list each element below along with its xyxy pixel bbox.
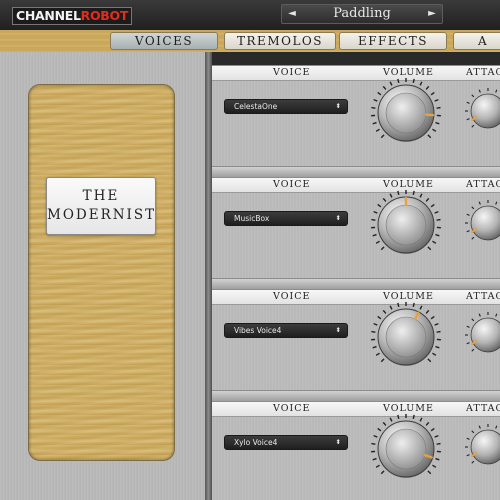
panel-divider [205,52,212,500]
voice-column-label: VOICE [273,403,311,414]
voice-row-header: VOICEVOLUMEATTAC [212,177,500,193]
attack-knob[interactable] [464,423,500,471]
attack-column-label: ATTAC [466,291,500,302]
plugin-window: CHANNELROBOT ◄ Paddling ► VOICES TREMOLO… [0,0,500,500]
voice-select-value: Xylo Voice4 [234,438,278,447]
volume-knob[interactable] [370,301,442,373]
voice-row: VOICEVOLUMEATTAC MusicBox ⬍ [212,177,500,290]
tab-tremolos[interactable]: TREMOLOS [224,32,336,50]
voice-row: VOICEVOLUMEATTAC CelestaOne ⬍ [212,65,500,178]
tab-effects[interactable]: EFFECTS [339,32,447,50]
preset-selector[interactable]: ◄ Paddling ► [281,4,443,24]
instrument-name-line2: MODERNIST [47,207,157,223]
logo-text-robot: ROBOT [80,8,129,23]
prev-preset-icon[interactable]: ◄ [284,5,300,23]
channel-robot-logo: CHANNELROBOT [12,7,133,25]
select-arrows-icon: ⬍ [335,214,341,222]
voice-row-header: VOICEVOLUMEATTAC [212,401,500,417]
voice-select[interactable]: Xylo Voice4 ⬍ [224,435,348,450]
next-preset-icon[interactable]: ► [424,5,440,23]
voice-select-value: MusicBox [234,214,270,223]
preset-name[interactable]: Paddling [300,5,424,23]
volume-knob[interactable] [370,189,442,261]
instrument-panel [0,52,206,500]
attack-knob[interactable] [464,311,500,359]
voice-select-value: CelestaOne [234,102,278,111]
attack-column-label: ATTAC [466,403,500,414]
instrument-name-line1: THE [82,188,120,204]
tab-bar: VOICES TREMOLOS EFFECTS A [0,30,500,52]
voice-select[interactable]: Vibes Voice4 ⬍ [224,323,348,338]
voice-column-label: VOICE [273,291,311,302]
attack-knob[interactable] [464,87,500,135]
attack-column-label: ATTAC [466,67,500,78]
voice-row-header: VOICEVOLUMEATTAC [212,289,500,305]
instrument-name-plaque: THE MODERNIST [46,177,156,235]
select-arrows-icon: ⬍ [335,438,341,446]
select-arrows-icon: ⬍ [335,102,341,110]
tab-voices[interactable]: VOICES [110,32,218,50]
voice-select[interactable]: CelestaOne ⬍ [224,99,348,114]
voice-row: VOICEVOLUMEATTAC Xylo Voice4 ⬍ [212,401,500,500]
attack-column-label: ATTAC [466,179,500,190]
select-arrows-icon: ⬍ [335,326,341,334]
voice-row: VOICEVOLUMEATTAC Vibes Voice4 ⬍ [212,289,500,402]
attack-knob[interactable] [464,199,500,247]
voice-select[interactable]: MusicBox ⬍ [224,211,348,226]
logo-text-channel: CHANNEL [16,8,81,23]
voice-select-value: Vibes Voice4 [234,326,282,335]
wood-panel [28,84,175,461]
volume-knob[interactable] [370,77,442,149]
volume-knob[interactable] [370,413,442,485]
voice-row-header: VOICEVOLUMEATTAC [212,65,500,81]
voice-column-label: VOICE [273,67,311,78]
tab-more[interactable]: A [453,32,500,50]
top-bar: CHANNELROBOT ◄ Paddling ► [0,0,500,30]
voice-column-label: VOICE [273,179,311,190]
